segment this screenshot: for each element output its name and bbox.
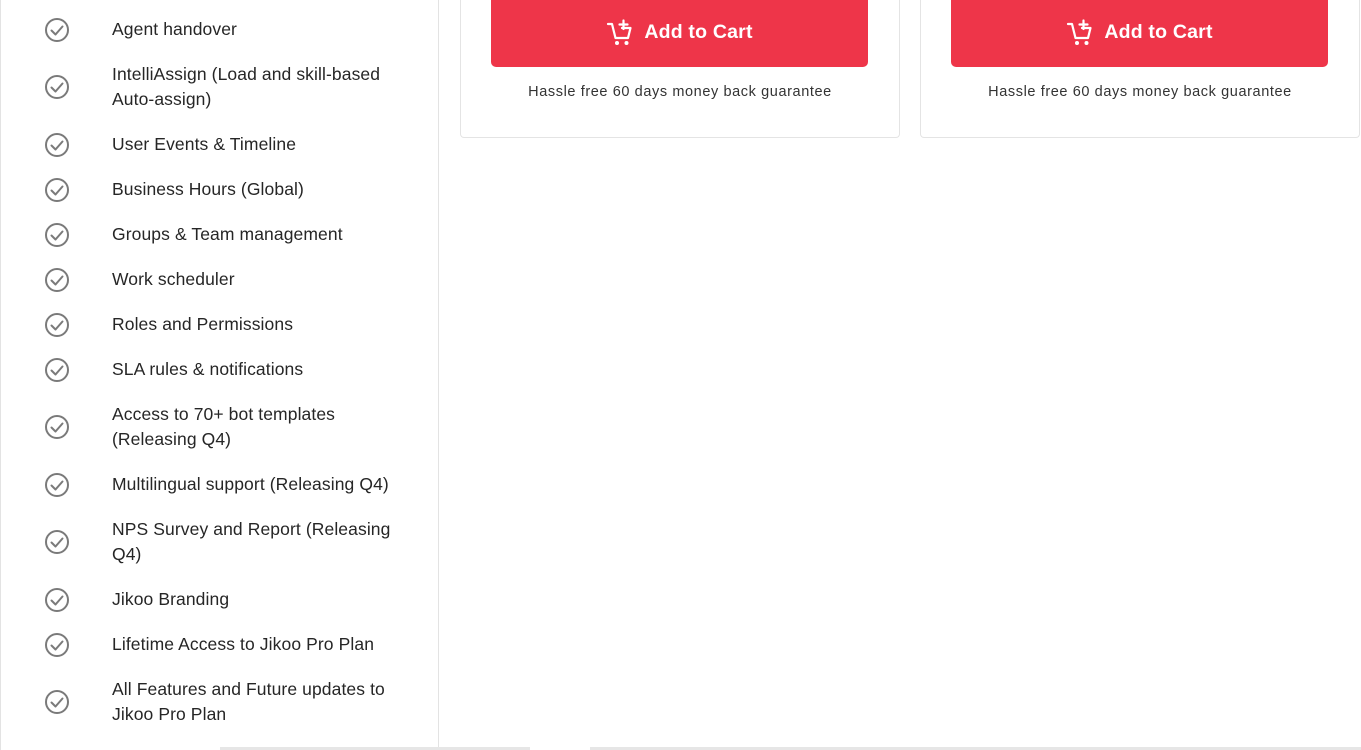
feature-label: NPS Survey and Report (Releasing Q4) [112,519,391,564]
feature-item: Groups & Team management [1,222,440,247]
guarantee-text: Hassle free 60 days money back guarantee [988,84,1292,100]
feature-item: All Features and Future updates to Jikoo… [1,677,440,727]
feature-item: Lifetime Access to Jikoo Pro Plan [1,632,440,657]
feature-label: Business Hours (Global) [112,179,304,199]
plan-card: Add to Cart Hassle free 60 days money ba… [460,0,900,138]
add-cart-icon [1067,18,1092,45]
check-circle-icon [43,413,71,441]
check-circle-icon [43,176,71,204]
feature-label: IntelliAssign (Load and skill-based Auto… [112,64,381,109]
feature-item: Multilingual support (Releasing Q4) [1,472,440,497]
add-to-cart-button[interactable]: Add to Cart [491,0,868,67]
feature-item: Agent handover [1,17,440,42]
feature-item: IntelliAssign (Load and skill-based Auto… [1,62,440,112]
check-circle-icon [43,266,71,294]
guarantee-text: Hassle free 60 days money back guarantee [528,84,832,100]
feature-item: Access to 70+ bot templates (Releasing Q… [1,402,440,452]
add-to-cart-button[interactable]: Add to Cart [951,0,1328,67]
check-circle-icon [43,311,71,339]
feature-label: Roles and Permissions [112,314,294,334]
feature-label: Access to 70+ bot templates (Releasing Q… [112,404,336,449]
check-circle-icon [43,471,71,499]
feature-label: SLA rules & notifications [112,359,304,379]
feature-label: Groups & Team management [112,224,343,244]
check-circle-icon [43,16,71,44]
feature-label: User Events & Timeline [112,134,297,154]
check-circle-icon [43,528,71,556]
plan-card: Add to Cart Hassle free 60 days money ba… [920,0,1360,138]
add-cart-icon [607,18,632,45]
add-to-cart-label: Add to Cart [644,21,753,43]
feature-list-panel: Agent handover IntelliAssign (Load and s… [0,0,439,750]
feature-label: Jikoo Branding [112,589,230,609]
check-circle-icon [43,73,71,101]
feature-label: Agent handover [112,19,237,39]
feature-item: Roles and Permissions [1,312,440,337]
feature-label: Multilingual support (Releasing Q4) [112,474,389,494]
feature-item: NPS Survey and Report (Releasing Q4) [1,517,440,567]
check-circle-icon [43,131,71,159]
feature-item: Business Hours (Global) [1,177,440,202]
check-circle-icon [43,586,71,614]
feature-item: User Events & Timeline [1,132,440,157]
feature-label: Work scheduler [112,269,235,289]
check-circle-icon [43,356,71,384]
feature-item: Work scheduler [1,267,440,292]
feature-item: SLA rules & notifications [1,357,440,382]
feature-item: Jikoo Branding [1,587,440,612]
feature-label: Lifetime Access to Jikoo Pro Plan [112,634,375,654]
check-circle-icon [43,688,71,716]
add-to-cart-label: Add to Cart [1104,21,1213,43]
check-circle-icon [43,631,71,659]
feature-label: All Features and Future updates to Jikoo… [112,679,385,724]
check-circle-icon [43,221,71,249]
